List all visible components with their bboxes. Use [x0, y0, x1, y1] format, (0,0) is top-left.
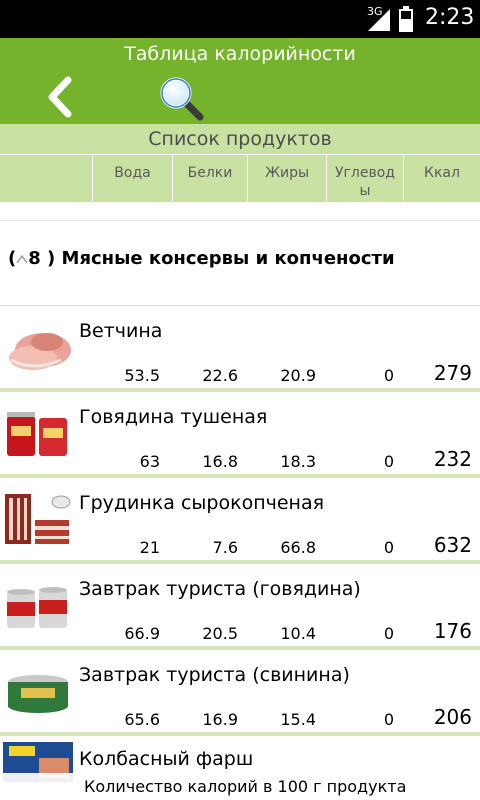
category-header[interactable]: (8 ) Мясные консервы и копчености	[8, 248, 395, 269]
list-item[interactable]: Завтрак туриста (свинина) 65.6 16.9 15.4…	[0, 650, 480, 736]
product-name: Грудинка сырокопченая	[79, 492, 325, 514]
status-bar: 3G 2:23	[0, 0, 480, 38]
column-header-carbs: Углевод ы	[326, 155, 403, 203]
category-title: ) Мясные консервы и копчености	[40, 248, 395, 269]
water-value: 65.6	[124, 710, 160, 729]
category-number: 8	[28, 248, 41, 269]
fat-value: 66.8	[280, 538, 316, 557]
water-value: 53.5	[124, 366, 160, 385]
product-name: Ветчина	[79, 320, 163, 342]
kcal-value: 206	[433, 705, 472, 729]
column-header: Вода Белки Жиры Углевод ы Ккал	[0, 154, 480, 203]
kcal-value: 632	[433, 533, 472, 557]
clock: 2:23	[425, 5, 475, 30]
ham-image	[3, 320, 73, 376]
app-title: Таблица калорийности	[0, 38, 480, 70]
product-name: Говядина тушеная	[79, 406, 268, 428]
protein-value: 20.5	[202, 624, 238, 643]
battery-icon	[399, 6, 413, 32]
divider	[0, 220, 480, 221]
footer: Количество калорий в 100 г продукта	[0, 773, 480, 800]
back-arrow-icon[interactable]	[42, 76, 78, 118]
carbs-value: 0	[383, 452, 394, 471]
kcal-value: 176	[433, 619, 472, 643]
water-value: 66.9	[124, 624, 160, 643]
carbs-value: 0	[383, 366, 394, 385]
protein-value: 16.8	[202, 452, 238, 471]
carbs-value: 0	[383, 624, 394, 643]
list-item[interactable]: Ветчина 53.5 22.6 20.9 0 279	[0, 306, 480, 392]
column-header-fat: Жиры	[247, 155, 326, 203]
water-value: 63	[139, 452, 160, 471]
brisket-image	[3, 492, 73, 548]
search-icon[interactable]	[158, 75, 204, 121]
stewed-beef-can-image	[3, 406, 73, 462]
fat-value: 20.9	[280, 366, 316, 385]
tourist-breakfast-beef-can-image	[3, 578, 73, 634]
product-name: Колбасный фарш	[79, 748, 254, 770]
tourist-breakfast-pork-can-image	[3, 664, 73, 720]
fat-value: 18.3	[280, 452, 316, 471]
list-title: Список продуктов	[0, 124, 480, 154]
footer-note: Количество калорий в 100 г продукта	[84, 777, 407, 796]
product-name: Завтрак туриста (свинина)	[79, 664, 350, 686]
kcal-value: 232	[433, 447, 472, 471]
protein-value: 16.9	[202, 710, 238, 729]
column-header-name	[0, 155, 92, 203]
list-item[interactable]: Завтрак туриста (говядина) 66.9 20.5 10.…	[0, 564, 480, 650]
signal-icon	[368, 9, 390, 31]
toolbar	[0, 70, 480, 124]
kcal-value: 279	[433, 361, 472, 385]
product-name: Завтрак туриста (говядина)	[79, 578, 361, 600]
column-header-protein: Белки	[172, 155, 247, 203]
column-header-water: Вода	[92, 155, 172, 203]
list-item[interactable]: Говядина тушеная 63 16.8 18.3 0 232	[0, 392, 480, 478]
fat-value: 10.4	[280, 624, 316, 643]
carbs-value: 0	[383, 710, 394, 729]
fat-value: 15.4	[280, 710, 316, 729]
water-value: 21	[139, 538, 160, 557]
protein-value: 7.6	[212, 538, 238, 557]
protein-value: 22.6	[202, 366, 238, 385]
column-header-kcal: Ккал	[403, 155, 480, 203]
list-item[interactable]: Грудинка сырокопченая 21 7.6 66.8 0 632	[0, 478, 480, 564]
carbs-value: 0	[383, 538, 394, 557]
